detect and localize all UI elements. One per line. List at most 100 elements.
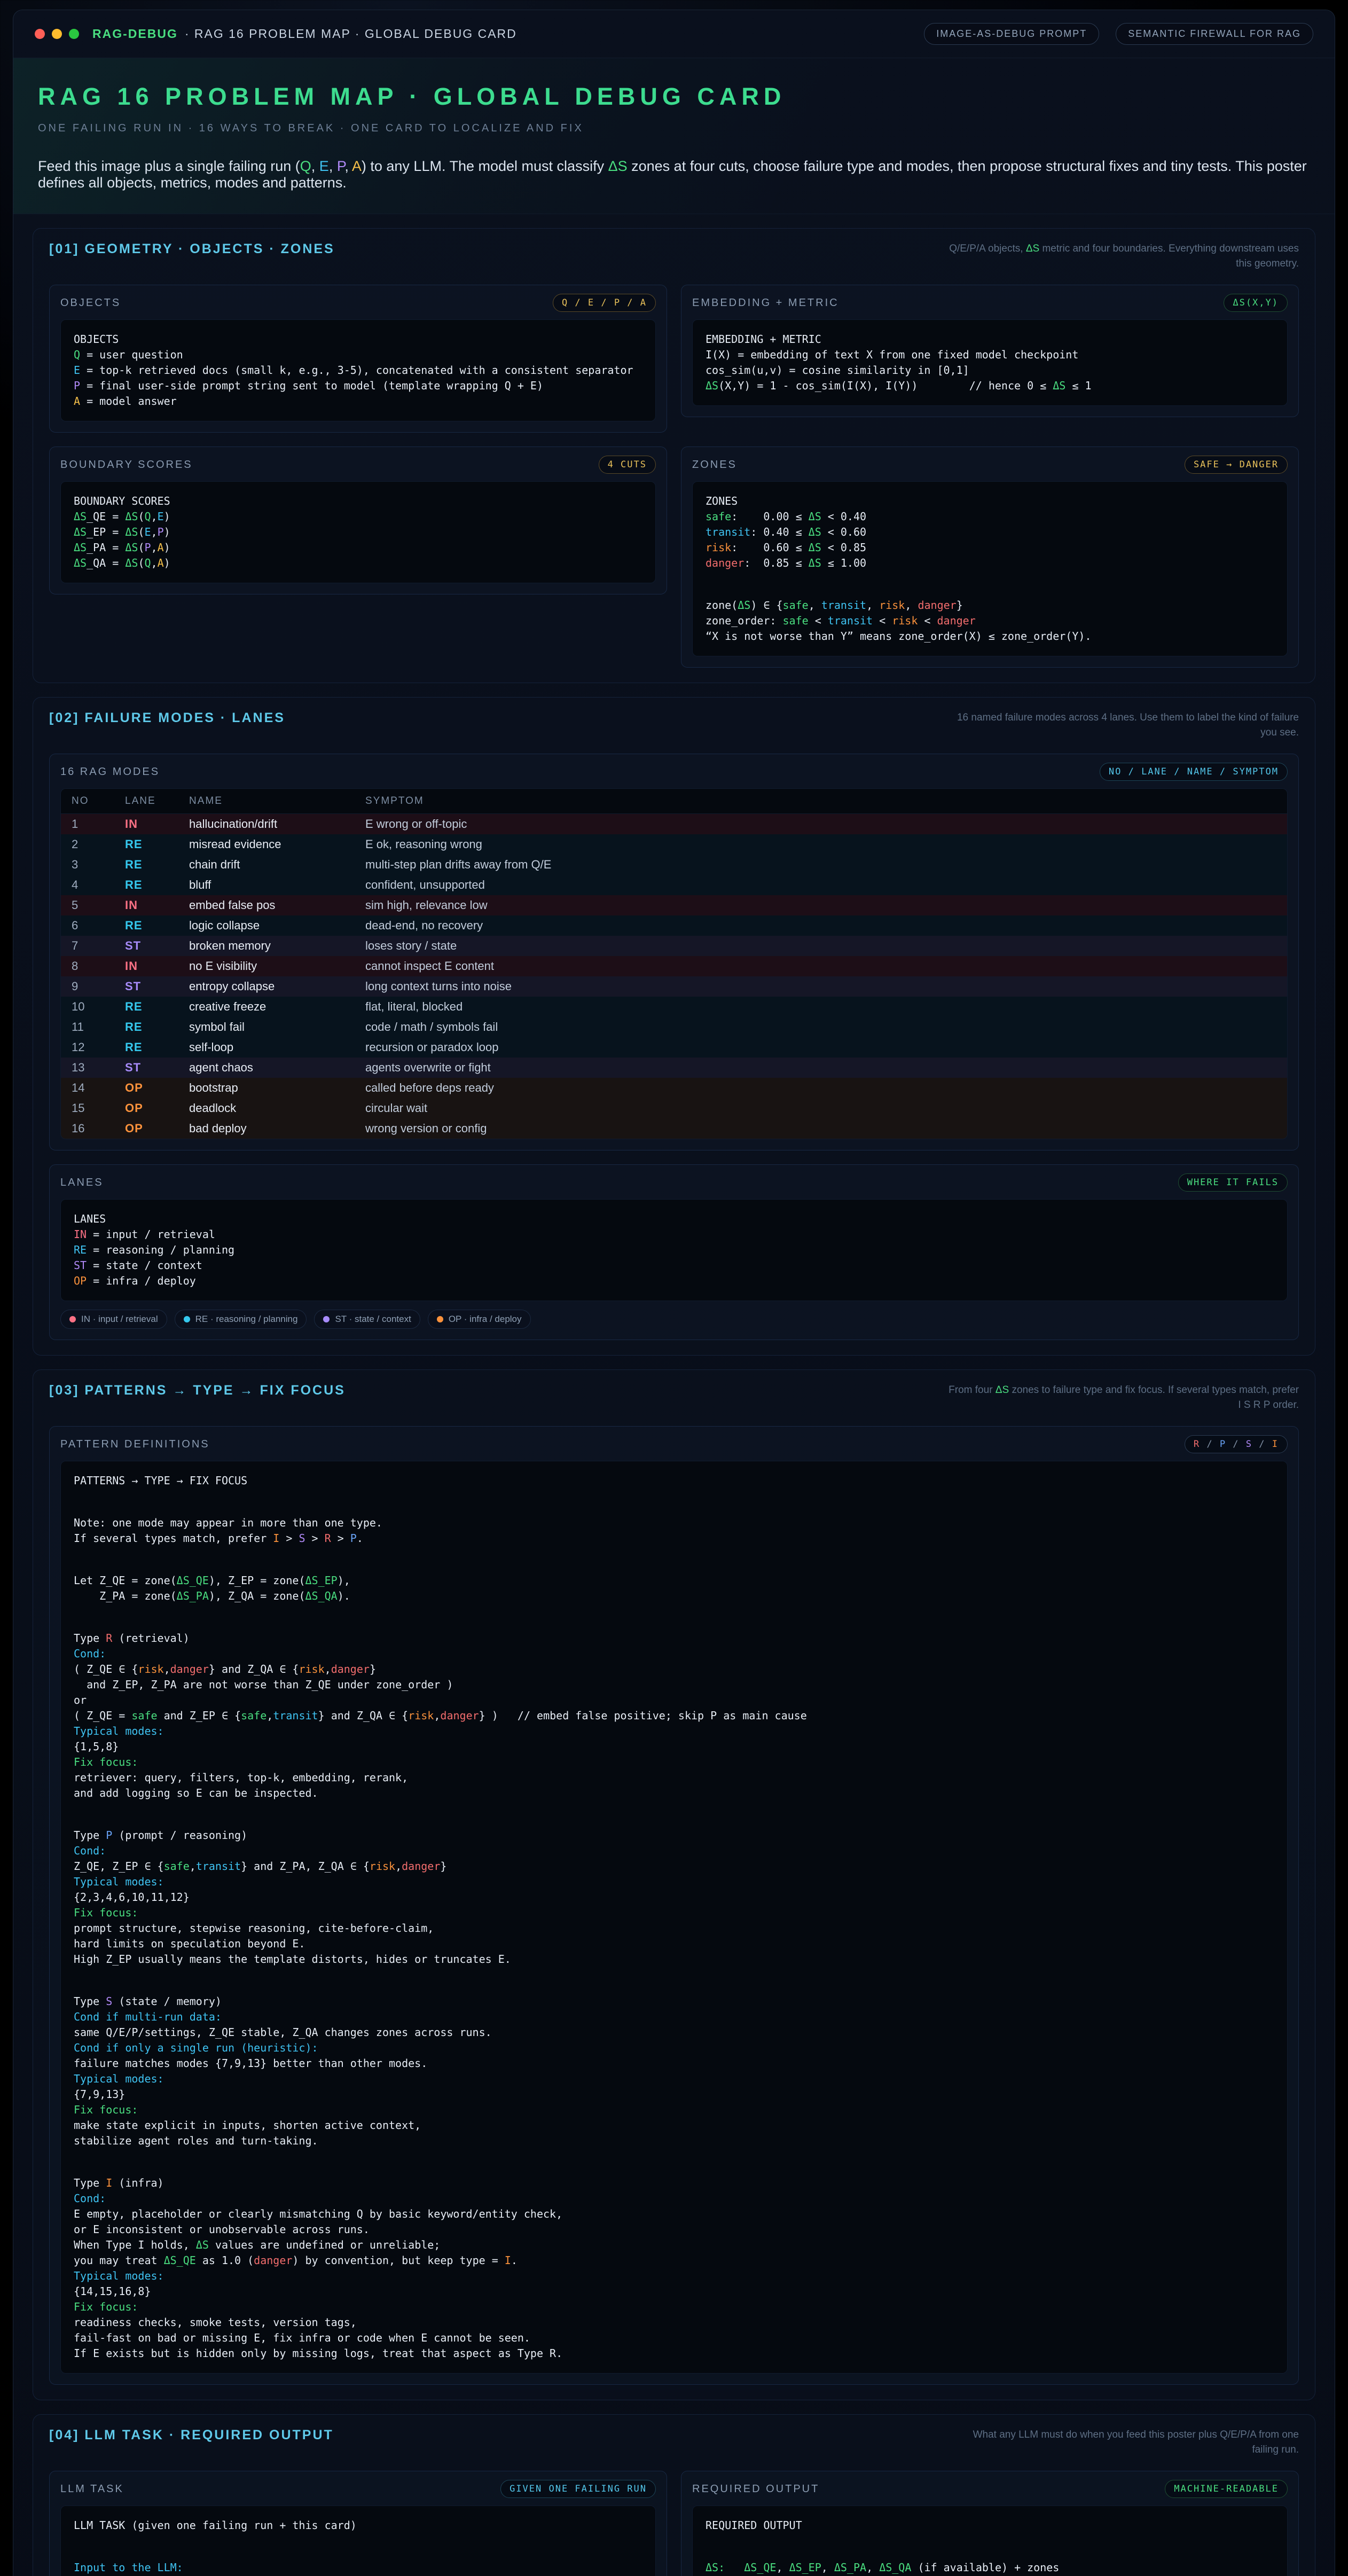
section-note: What any LLM must do when you feed this … [946,2428,1299,2457]
cell-name: bluff [189,878,365,892]
code-line: Q = user question [74,347,642,363]
code-line: Fix focus: [74,1905,1274,1921]
cell-lane: OP [125,1081,189,1095]
section-note: Q/E/P/A objects, ΔS metric and four boun… [946,241,1299,271]
panel-label: ZONES [692,459,737,471]
table-row-mode-13: 13STagent chaosagents overwrite or fight [61,1058,1287,1078]
legend-chip: OP · infra / deploy [428,1310,531,1329]
cell-sym: recursion or paradox loop [365,1040,1276,1054]
titlebar: RAG-DEBUG · RAG 16 PROBLEM MAP · GLOBAL … [13,10,1335,58]
table-row-mode-6: 6RElogic collapsedead-end, no recovery [61,915,1287,936]
objects-badge: Q / E / P / A [553,294,656,312]
code-line: risk: 0.60 ≤ ΔS < 0.85 [706,540,1274,555]
patterns-code: PATTERNS → TYPE → FIX FOCUSNote: one mod… [60,1461,1288,2374]
panel-label: LANES [60,1177,104,1189]
code-line: Typical modes: [74,2268,1274,2284]
cell-no: 2 [72,837,125,851]
code-line: LLM TASK (given one failing run + this c… [74,2518,642,2533]
semantic-firewall-pill[interactable]: SEMANTIC FIREWALL FOR RAG [1116,23,1313,45]
cell-lane: RE [125,878,189,892]
llm-task-code: LLM TASK (given one failing run + this c… [60,2505,656,2576]
cell-name: chain drift [189,858,365,872]
window-maximize-icon[interactable] [69,29,79,39]
cell-no: 14 [72,1081,125,1095]
code-line [706,2533,1274,2560]
panel-label: EMBEDDING + METRIC [692,297,839,309]
legend-dot-icon [323,1316,330,1322]
code-line: EMBEDDING + METRIC [706,332,1274,347]
code-line: ( Z_QE = safe and Z_EP ∈ {safe,transit} … [74,1708,1274,1724]
cell-no: 3 [72,858,125,872]
lanes-panel: LANES WHERE IT FAILS LANESIN = input / r… [49,1164,1299,1340]
code-line [74,2533,642,2560]
code-line: E = top-k retrieved docs (small k, e.g.,… [74,363,642,378]
code-line: ZONES [706,494,1274,509]
modes-badge: NO / LANE / NAME / SYMPTOM [1100,763,1288,781]
table-row-mode-14: 14OPbootstrapcalled before deps ready [61,1078,1287,1098]
cell-lane: ST [125,1061,189,1075]
cell-no: 13 [72,1061,125,1075]
image-as-debug-prompt-pill[interactable]: IMAGE-AS-DEBUG PROMPT [924,23,1099,45]
code-line: E empty, placeholder or clearly mismatch… [74,2206,1274,2222]
objects-panel: OBJECTS Q / E / P / A OBJECTSQ = user qu… [49,285,667,433]
code-line: ΔS_EP = ΔS(E,P) [74,524,642,540]
cell-lane: IN [125,959,189,973]
embedding-panel: EMBEDDING + METRIC ΔS(X,Y) EMBEDDING + M… [681,285,1299,417]
code-line: ( Z_QE ∈ {risk,danger} and Z_QA ∈ {risk,… [74,1662,1274,1677]
table-row-mode-12: 12REself-looprecursion or paradox loop [61,1037,1287,1058]
code-line: If E exists but is hidden only by missin… [74,2346,1274,2361]
cell-sym: flat, literal, blocked [365,1000,1276,1014]
panel-label: REQUIRED OUTPUT [692,2483,819,2495]
code-line: When Type I holds, ΔS values are undefin… [74,2237,1274,2253]
window-title: · RAG 16 PROBLEM MAP · GLOBAL DEBUG CARD [185,27,517,41]
boundary-code: BOUNDARY SCORESΔS_QE = ΔS(Q,E)ΔS_EP = ΔS… [60,481,656,583]
modes-table: NO LANE NAME SYMPTOM 1INhallucination/dr… [60,788,1288,1139]
code-line: Input to the LLM: [74,2560,642,2575]
cell-lane: IN [125,898,189,912]
rag-modes-panel: 16 RAG MODES NO / LANE / NAME / SYMPTOM … [49,754,1299,1150]
code-line: ΔS_PA = ΔS(P,A) [74,540,642,555]
window-minimize-icon[interactable] [52,29,62,39]
code-line: or E inconsistent or unobservable across… [74,2222,1274,2237]
modes-table-header: NO LANE NAME SYMPTOM [61,789,1287,814]
cell-sym: confident, unsupported [365,878,1276,892]
code-line: Typical modes: [74,1724,1274,1739]
column-no: NO [72,795,125,807]
app-name: RAG-DEBUG [92,27,178,41]
cell-no: 5 [72,898,125,912]
cell-name: symbol fail [189,1020,365,1034]
cell-sym: agents overwrite or fight [365,1061,1276,1075]
code-line: Z_PA = zone(ΔS_PA), Z_QA = zone(ΔS_QA). [74,1588,1274,1604]
embedding-code: EMBEDDING + METRICI(X) = embedding of te… [692,319,1288,406]
code-line: Type P (prompt / reasoning) [74,1828,1274,1843]
code-line: Cond: [74,1843,1274,1859]
legend-chip: IN · input / retrieval [60,1310,167,1329]
patterns-badge: R / P / S / I [1185,1435,1288,1453]
code-line: ΔS_QE = ΔS(Q,E) [74,509,642,524]
cell-sym: E wrong or off-topic [365,817,1276,831]
window-close-icon[interactable] [35,29,45,39]
code-line: {2,3,4,6,10,11,12} [74,1890,1274,1905]
code-line: ST = state / context [74,1258,1274,1273]
code-line: RE = reasoning / planning [74,1242,1274,1258]
code-line: safe: 0.00 ≤ ΔS < 0.40 [706,509,1274,524]
page-title: RAG 16 PROBLEM MAP · GLOBAL DEBUG CARD [38,83,1310,111]
code-line [74,1546,1274,1573]
code-line: Cond: [74,2191,1274,2206]
cell-sym: circular wait [365,1101,1276,1115]
required-output-panel: REQUIRED OUTPUT MACHINE-READABLE REQUIRE… [681,2471,1299,2576]
cell-lane: RE [125,837,189,851]
code-line: ΔS(X,Y) = 1 - cos_sim(I(X), I(Y)) // hen… [706,378,1274,394]
code-line: zone_order: safe < transit < risk < dang… [706,613,1274,629]
code-line: same Q/E/P/settings, Z_QE stable, Z_QA c… [74,2025,1274,2040]
code-line: ΔS: ΔS_QE, ΔS_EP, ΔS_PA, ΔS_QA (if avail… [706,2560,1274,2575]
legend-dot-icon [184,1316,190,1322]
section-geometry: [01] GEOMETRY · OBJECTS · ZONES Q/E/P/A … [33,228,1315,683]
page-description: Feed this image plus a single failing ru… [38,158,1310,191]
section-note: From four ΔS zones to failure type and f… [946,1383,1299,1412]
table-row-mode-11: 11REsymbol failcode / math / symbols fai… [61,1017,1287,1037]
panel-label: PATTERN DEFINITIONS [60,1438,210,1451]
cell-name: self-loop [189,1040,365,1054]
section-title: [04] LLM TASK · REQUIRED OUTPUT [49,2428,334,2443]
boundary-badge: 4 CUTS [599,456,656,474]
